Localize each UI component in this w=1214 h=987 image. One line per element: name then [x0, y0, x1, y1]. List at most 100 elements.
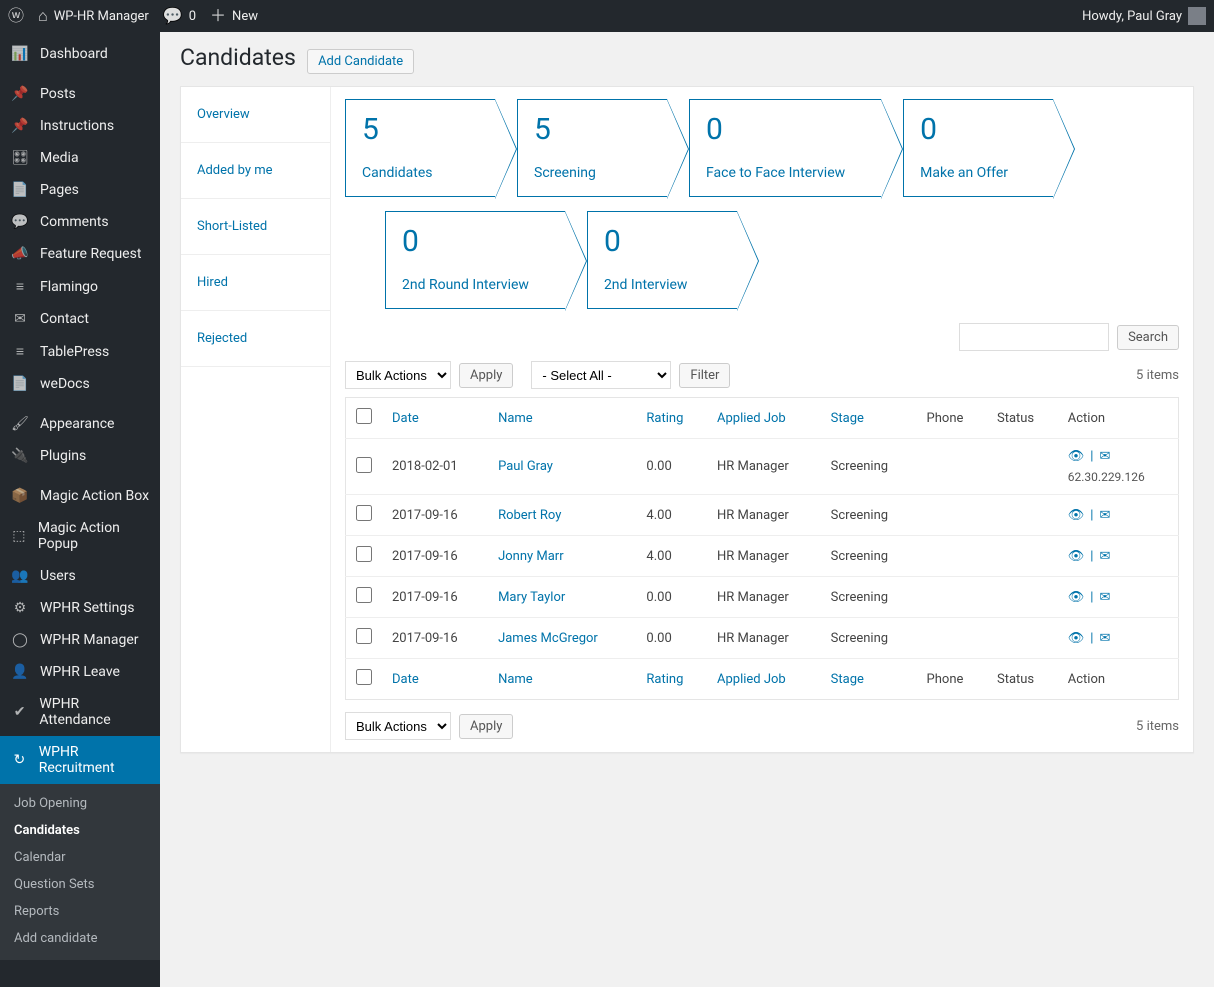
sidebar-item-dashboard[interactable]: 📊Dashboard	[0, 38, 160, 70]
menu-icon: 💬	[10, 214, 30, 230]
select-all-checkbox[interactable]	[356, 669, 372, 685]
comments-link[interactable]: 💬0	[163, 8, 196, 24]
submenu-item-add-candidate[interactable]: Add candidate	[0, 925, 160, 952]
bulk-actions-select-bottom[interactable]: Bulk Actions	[345, 712, 451, 740]
account-link[interactable]: Howdy, Paul Gray	[1082, 7, 1206, 25]
search-input[interactable]	[959, 323, 1109, 351]
avatar	[1188, 7, 1206, 25]
stage-label: 2nd Round Interview	[402, 277, 529, 293]
bulk-actions-select[interactable]: Bulk Actions	[345, 361, 451, 389]
sidebar-item-magic-action-box[interactable]: 📦Magic Action Box	[0, 480, 160, 512]
candidate-name-link[interactable]: Robert Roy	[498, 508, 561, 523]
vtab-hired[interactable]: Hired	[181, 255, 330, 311]
col-date[interactable]: Date	[382, 659, 488, 700]
sidebar-item-instructions[interactable]: 📌Instructions	[0, 110, 160, 142]
stage-count: 0	[604, 224, 701, 259]
col-date[interactable]: Date	[382, 398, 488, 439]
col-phone: Phone	[917, 659, 987, 700]
wp-logo[interactable]: ⓦ	[8, 8, 24, 24]
stage-count: 5	[362, 112, 459, 147]
row-checkbox[interactable]	[356, 505, 372, 521]
stage-screening[interactable]: 5Screening	[517, 99, 667, 197]
submenu-item-reports[interactable]: Reports	[0, 898, 160, 925]
view-icon[interactable]: 👁	[1068, 631, 1085, 646]
select-all-checkbox[interactable]	[356, 408, 372, 424]
add-candidate-button[interactable]: Add Candidate	[307, 49, 414, 74]
submenu-item-candidates[interactable]: Candidates	[0, 817, 160, 844]
row-checkbox[interactable]	[356, 587, 372, 603]
candidate-name-link[interactable]: Paul Gray	[498, 459, 553, 474]
vtab-rejected[interactable]: Rejected	[181, 311, 330, 367]
col-name[interactable]: Name	[488, 398, 636, 439]
search-button[interactable]: Search	[1117, 325, 1179, 350]
sidebar-item-label: Users	[40, 568, 76, 584]
col-rating[interactable]: Rating	[636, 659, 707, 700]
mail-icon[interactable]: ✉	[1099, 508, 1110, 523]
col-name[interactable]: Name	[488, 659, 636, 700]
submenu-item-question-sets[interactable]: Question Sets	[0, 871, 160, 898]
stage-candidates[interactable]: 5Candidates	[345, 99, 495, 197]
col-applied-job[interactable]: Applied Job	[707, 398, 821, 439]
sidebar-item-wphr-attendance[interactable]: ✔WPHR Attendance	[0, 688, 160, 736]
stages-row: 5Candidates5Screening0Face to Face Inter…	[345, 99, 1179, 197]
greeting: Howdy, Paul Gray	[1082, 9, 1182, 24]
view-icon[interactable]: 👁	[1068, 449, 1085, 464]
sidebar-item-appearance[interactable]: 🖌Appearance	[0, 408, 160, 440]
mail-icon[interactable]: ✉	[1099, 449, 1110, 464]
vtab-overview[interactable]: Overview	[181, 87, 330, 143]
sidebar-item-wphr-settings[interactable]: ⚙WPHR Settings	[0, 592, 160, 624]
candidate-name-link[interactable]: James McGregor	[498, 631, 598, 646]
apply-button[interactable]: Apply	[459, 363, 513, 388]
row-checkbox[interactable]	[356, 628, 372, 644]
sidebar-item-wedocs[interactable]: 📄weDocs	[0, 368, 160, 400]
new-content-link[interactable]: ＋New	[210, 8, 258, 24]
menu-icon: ≡	[10, 278, 30, 295]
col-applied-job[interactable]: Applied Job	[707, 659, 821, 700]
view-icon[interactable]: 👁	[1068, 508, 1085, 523]
col-stage[interactable]: Stage	[821, 659, 917, 700]
menu-icon: 📄	[10, 182, 30, 198]
col-rating[interactable]: Rating	[636, 398, 707, 439]
new-label: New	[232, 9, 258, 24]
row-checkbox[interactable]	[356, 546, 372, 562]
select-all-select[interactable]: - Select All -	[531, 361, 671, 389]
main-card: OverviewAdded by meShort-ListedHiredReje…	[180, 86, 1194, 753]
sidebar-item-magic-action-popup[interactable]: ⬚Magic Action Popup	[0, 512, 160, 560]
submenu-item-calendar[interactable]: Calendar	[0, 844, 160, 871]
stage-2nd-interview[interactable]: 02nd Interview	[587, 211, 737, 309]
stage-make-an-offer[interactable]: 0Make an Offer	[903, 99, 1053, 197]
mail-icon[interactable]: ✉	[1099, 549, 1110, 564]
row-checkbox[interactable]	[356, 457, 372, 473]
candidate-name-link[interactable]: Mary Taylor	[498, 590, 565, 605]
view-icon[interactable]: 👁	[1068, 590, 1085, 605]
sidebar-item-pages[interactable]: 📄Pages	[0, 174, 160, 206]
stage-face-to-face-interview[interactable]: 0Face to Face Interview	[689, 99, 881, 197]
sidebar-item-feature-request[interactable]: 📣Feature Request	[0, 238, 160, 270]
sidebar-item-tablepress[interactable]: ≡TablePress	[0, 335, 160, 368]
sidebar-item-label: WPHR Recruitment	[39, 744, 150, 776]
candidate-name-link[interactable]: Jonny Marr	[498, 549, 564, 564]
sidebar-item-wphr-manager[interactable]: ◯WPHR Manager	[0, 624, 160, 656]
sidebar-item-wphr-leave[interactable]: 👤WPHR Leave	[0, 656, 160, 688]
mail-icon[interactable]: ✉	[1099, 631, 1110, 646]
view-icon[interactable]: 👁	[1068, 549, 1085, 564]
col-stage[interactable]: Stage	[821, 398, 917, 439]
sidebar-item-wphr-recruitment[interactable]: ↻WPHR Recruitment	[0, 736, 160, 784]
sidebar-item-comments[interactable]: 💬Comments	[0, 206, 160, 238]
sidebar-item-posts[interactable]: 📌Posts	[0, 78, 160, 110]
sidebar-item-contact[interactable]: ✉Contact	[0, 303, 160, 335]
vtab-short-listed[interactable]: Short-Listed	[181, 199, 330, 255]
submenu-item-job-opening[interactable]: Job Opening	[0, 790, 160, 817]
sidebar-item-flamingo[interactable]: ≡Flamingo	[0, 270, 160, 303]
vtab-added-by-me[interactable]: Added by me	[181, 143, 330, 199]
stage-2nd-round-interview[interactable]: 02nd Round Interview	[385, 211, 565, 309]
apply-button-bottom[interactable]: Apply	[459, 714, 513, 739]
sidebar-item-plugins[interactable]: 🔌Plugins	[0, 440, 160, 472]
sidebar-item-users[interactable]: 👥Users	[0, 560, 160, 592]
site-name-link[interactable]: ⌂WP-HR Manager	[38, 8, 149, 24]
sidebar-item-media[interactable]: 🎛Media	[0, 142, 160, 174]
stage-count: 0	[706, 112, 845, 147]
filter-button[interactable]: Filter	[679, 363, 730, 388]
sidebar-item-label: Feature Request	[40, 246, 141, 262]
mail-icon[interactable]: ✉	[1099, 590, 1110, 605]
